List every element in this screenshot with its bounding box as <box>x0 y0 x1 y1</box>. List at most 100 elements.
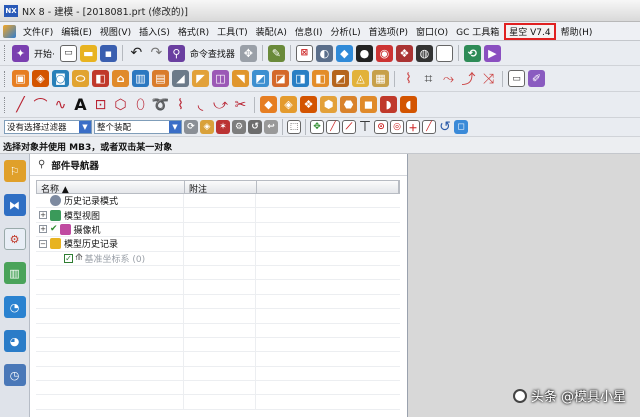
feature-selection-icon[interactable]: ✶ <box>216 120 230 134</box>
intersect-icon[interactable]: ◩ <box>332 70 349 87</box>
mid-point-icon[interactable]: ⟋ <box>342 120 356 134</box>
part-navigator-icon[interactable]: ⚙ <box>3 228 26 250</box>
intersection-curve-icon[interactable]: ⤨ <box>480 70 497 87</box>
quadrant-point-icon[interactable]: ＋ <box>406 120 420 134</box>
end-point-icon[interactable]: ╱ <box>326 120 340 134</box>
layer-settings-icon[interactable]: ❖ <box>395 44 413 62</box>
pattern-icon[interactable]: ▦ <box>372 70 389 87</box>
edge-blend-icon[interactable]: ◢ <box>172 70 189 87</box>
toolbar-grip[interactable] <box>4 45 7 61</box>
line-icon[interactable]: ╱ <box>12 96 29 113</box>
point-on-curve-icon[interactable]: ↺ <box>438 119 452 135</box>
body-icon[interactable]: ◼ <box>360 96 377 113</box>
menu-information[interactable]: 信息(I) <box>291 25 327 38</box>
shell-icon[interactable]: ◫ <box>212 70 229 87</box>
tree-row-datum-csys[interactable]: ✓ ⟰ 基准坐标系 (0) <box>36 251 400 266</box>
hole-icon[interactable]: ◙ <box>52 70 69 87</box>
offset-curve-icon[interactable]: ⤳ <box>440 70 457 87</box>
chevron-down-icon[interactable]: ▼ <box>79 121 91 133</box>
groove-icon[interactable]: ▤ <box>152 70 169 87</box>
split-body-icon[interactable]: ◪ <box>272 70 289 87</box>
shaded-cube-icon[interactable]: ◆ <box>335 44 353 62</box>
chevron-down-icon[interactable]: ▼ <box>169 121 181 133</box>
curve-icon[interactable]: ⌇ <box>400 70 417 87</box>
rectangle-select-icon[interactable]: ⬚ <box>287 120 301 134</box>
arc-icon[interactable]: ⌒ <box>32 96 49 114</box>
sketch-frame-icon[interactable]: ▭ <box>508 70 525 87</box>
menu-format[interactable]: 格式(R) <box>174 25 213 38</box>
unite-icon[interactable]: ◨ <box>292 70 309 87</box>
plane-icon[interactable]: ⬣ <box>340 96 357 113</box>
system-materials-icon[interactable]: ◷ <box>3 364 26 386</box>
toolbar-grip[interactable] <box>4 70 7 87</box>
filter-reset-icon[interactable]: ⟳ <box>184 120 198 134</box>
start-button[interactable]: 开始· <box>32 47 57 60</box>
menu-view[interactable]: 视图(V) <box>96 25 135 38</box>
deselect-all-icon[interactable]: ↩ <box>264 120 278 134</box>
menu-preferences[interactable]: 首选项(P) <box>365 25 412 38</box>
pencil-icon[interactable]: ✎ <box>267 44 285 62</box>
sheet-body-icon[interactable]: ◖ <box>400 96 417 113</box>
datum-axis-icon[interactable]: ◈ <box>280 96 297 113</box>
extrude-icon[interactable]: ▣ <box>12 70 29 87</box>
spline-icon[interactable]: ∿ <box>52 96 69 113</box>
rectangle-icon[interactable]: ⊡ <box>92 96 109 113</box>
datum-csys-icon[interactable]: ❖ <box>300 96 317 113</box>
visibility-checkbox[interactable]: ✓ <box>64 253 73 263</box>
toolbar-grip[interactable] <box>4 96 7 113</box>
start-icon[interactable]: ✦ <box>12 44 29 62</box>
point-set-icon[interactable]: ⌗ <box>420 70 437 87</box>
tree-row-model-views[interactable]: + 模型视图 <box>36 208 400 223</box>
existing-point-icon[interactable]: ╱ <box>422 120 436 134</box>
wcs-icon[interactable]: ⟲ <box>463 44 481 62</box>
tree-row-model-history[interactable]: − 模型历史记录 <box>36 237 400 252</box>
redo-icon[interactable]: ↷ <box>148 45 165 62</box>
point-on-face-icon[interactable]: ◻ <box>454 120 468 134</box>
subtract-icon[interactable]: ◧ <box>312 70 329 87</box>
face-icon[interactable]: ◗ <box>380 96 397 113</box>
open-folder-icon[interactable]: ▬ <box>79 44 97 62</box>
menu-analysis[interactable]: 分析(L) <box>327 25 365 38</box>
undo-icon[interactable]: ↶ <box>128 45 145 62</box>
constraint-navigator-icon[interactable]: ⧓ <box>3 194 26 216</box>
touch-mode-icon[interactable]: ✥ <box>239 44 257 62</box>
expand-icon[interactable]: + <box>39 225 47 234</box>
datum-plane-icon[interactable]: ◆ <box>260 96 277 113</box>
pin-icon[interactable]: ⚲ <box>38 159 45 170</box>
reuse-library-icon[interactable]: ▥ <box>3 262 26 284</box>
select-loop-icon[interactable]: ↺ <box>248 120 262 134</box>
helix-icon[interactable]: ➰ <box>152 96 169 113</box>
snap-point-icon[interactable]: ⚙ <box>232 120 246 134</box>
color-swatch-icon[interactable] <box>435 44 453 62</box>
menu-gc-toolbox[interactable]: GC 工具箱 <box>452 25 503 38</box>
boss-icon[interactable]: ⬭ <box>72 70 89 87</box>
revolve-icon[interactable]: ◈ <box>32 70 49 87</box>
new-file-icon[interactable]: ▭ <box>59 44 77 62</box>
menu-window[interactable]: 窗口(O) <box>412 25 452 38</box>
graphics-window[interactable]: 头条 @模具小星 <box>408 154 640 417</box>
show-hide-icon[interactable]: ◍ <box>415 44 433 62</box>
snap-view-icon[interactable]: ▶ <box>483 44 501 62</box>
arc-center-icon[interactable]: ◎ <box>390 120 404 134</box>
chamfer-icon[interactable]: ◤ <box>192 70 209 87</box>
trim-curve-icon[interactable]: ✂ <box>232 96 249 113</box>
general-selection-icon[interactable]: ◈ <box>200 120 214 134</box>
tree-row-cameras[interactable]: + ✔ 摄像机 <box>36 222 400 238</box>
edit-section-icon[interactable]: ◉ <box>375 44 393 62</box>
command-finder-button[interactable]: 命令查找器 <box>188 47 237 60</box>
expand-icon[interactable]: + <box>39 211 47 220</box>
offset-face-icon[interactable]: ◬ <box>352 70 369 87</box>
selection-scope-select[interactable]: 整个装配 ▼ <box>94 120 182 134</box>
menu-help[interactable]: 帮助(H) <box>557 25 597 38</box>
control-point-icon[interactable]: ⊤ <box>358 119 372 135</box>
column-header-name[interactable]: 名称 ▲ <box>37 181 185 195</box>
menu-assemblies[interactable]: 装配(A) <box>252 25 291 38</box>
pad-icon[interactable]: ⌂ <box>112 70 129 87</box>
ellipse-icon[interactable]: ⬯ <box>132 96 149 113</box>
draft-icon[interactable]: ◥ <box>232 70 249 87</box>
snap-enable-icon[interactable]: ✥ <box>310 120 324 134</box>
bridge-curve-icon[interactable]: ⤻ <box>212 96 229 113</box>
sketch-task-icon[interactable]: ✐ <box>528 70 545 87</box>
menu-insert[interactable]: 插入(S) <box>135 25 174 38</box>
intersection-point-icon[interactable]: ⊙ <box>374 120 388 134</box>
